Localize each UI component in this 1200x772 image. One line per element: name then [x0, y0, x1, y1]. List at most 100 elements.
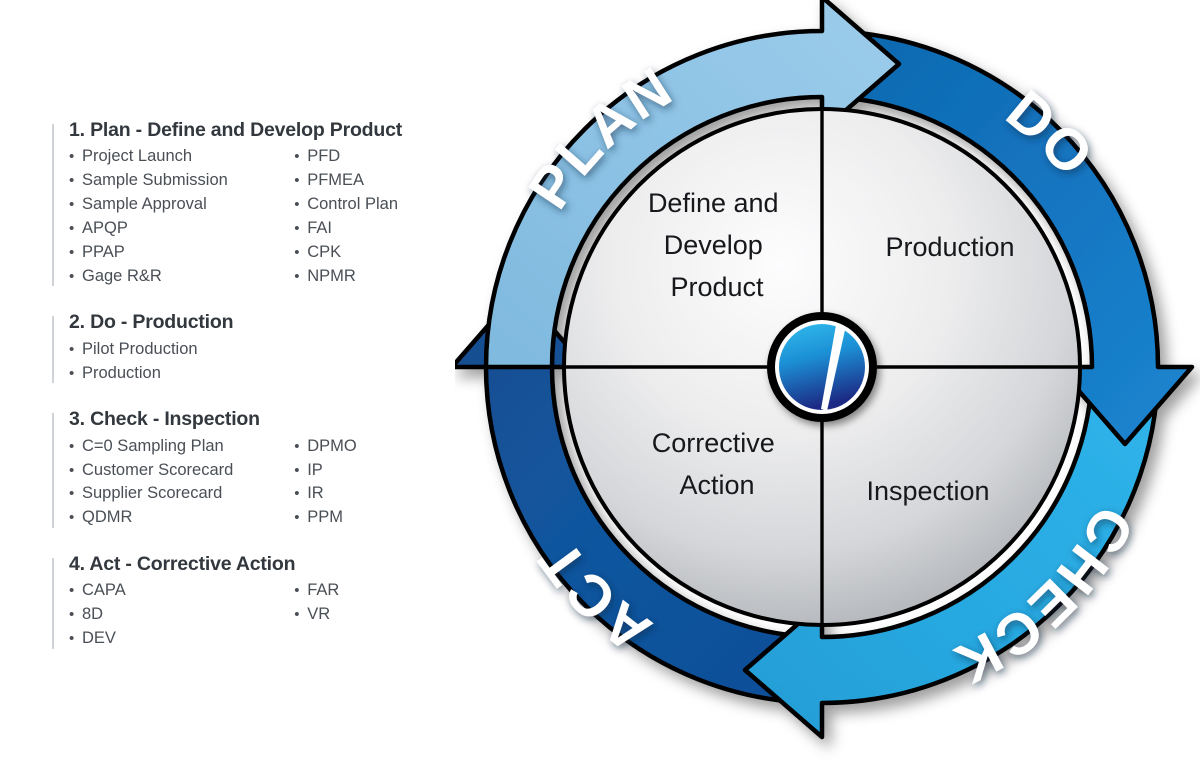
bullet-column: • CAPA • 8D • DEV — [69, 579, 294, 650]
list-item: • CPK — [294, 241, 472, 265]
list-item: • Supplier Scorecard — [69, 482, 294, 506]
section-title: 4. Act - Corrective Action — [69, 553, 296, 576]
bullet-column: • C=0 Sampling Plan • Customer Scorecard • Su… — [69, 435, 294, 530]
checklist-section: 2. Do - Production • Pilot Production • Prod… — [52, 310, 472, 385]
bullet-dot-icon: • — [69, 172, 75, 190]
quad-plan-line-0: Define and — [648, 188, 779, 218]
list-item-label: Sample Approval — [82, 195, 207, 214]
list-item: • IR — [294, 482, 472, 506]
list-item: • PPAP — [69, 241, 294, 265]
bullet-dot-icon: • — [294, 437, 300, 455]
bullet-dot-icon: • — [294, 243, 300, 261]
list-item-label: Customer Scorecard — [82, 460, 234, 479]
bullet-dot-icon: • — [69, 243, 75, 261]
list-item-label: Sample Submission — [82, 171, 228, 190]
bullet-dot-icon: • — [69, 485, 75, 503]
bullet-column: • Pilot Production • Production — [69, 338, 294, 386]
quad-plan-line-2: Product — [670, 272, 764, 302]
section-rule — [52, 316, 54, 384]
list-item: • QDMR — [69, 506, 294, 530]
list-item-label: 8D — [82, 605, 104, 624]
list-item-label: IP — [307, 460, 323, 479]
list-item: • Sample Submission — [69, 169, 294, 193]
bullet-dot-icon: • — [69, 267, 75, 285]
section-columns: • Pilot Production • Production — [69, 338, 472, 386]
pdca-checklist: 1. Plan - Define and Develop Product • Pro… — [52, 118, 472, 673]
list-item: • Sample Approval — [69, 193, 294, 217]
bullet-column: • PFD • PFMEA • Control Plan • FAI • CPK • NPMR — [294, 145, 472, 288]
section-title: 3. Check - Inspection — [69, 408, 260, 431]
list-item-label: Gage R&R — [82, 266, 162, 285]
list-item: • Gage R&R — [69, 265, 294, 289]
checklist-section: 1. Plan - Define and Develop Product • Pro… — [52, 118, 472, 288]
list-item-label: DPMO — [307, 436, 357, 455]
list-item: • IP — [294, 459, 472, 483]
bullet-dot-icon: • — [69, 461, 75, 479]
list-item: • APQP — [69, 217, 294, 241]
bullet-dot-icon: • — [294, 219, 300, 237]
list-item: • PPM — [294, 506, 472, 530]
bullet-dot-icon: • — [294, 509, 300, 527]
list-item-label: APQP — [82, 218, 128, 237]
bullet-dot-icon: • — [69, 148, 75, 166]
bullet-column — [294, 338, 472, 386]
bullet-dot-icon: • — [69, 606, 75, 624]
bullet-dot-icon: • — [69, 509, 75, 527]
list-item: • Customer Scorecard — [69, 459, 294, 483]
list-item-label: FAI — [307, 218, 332, 237]
list-item-label: C=0 Sampling Plan — [82, 436, 224, 455]
bullet-column: • DPMO • IP • IR • PPM — [294, 435, 472, 530]
list-item-label: PPM — [307, 508, 343, 527]
bullet-column: • Project Launch • Sample Submission • Sample… — [69, 145, 294, 288]
list-item: • Control Plan — [294, 193, 472, 217]
quadrant-label-do: Production — [885, 232, 1014, 262]
list-item: • Production — [69, 362, 294, 386]
list-item-label: PPAP — [82, 242, 125, 261]
list-item-label: PFMEA — [307, 171, 365, 190]
list-item-label: Project Launch — [82, 147, 193, 166]
bullet-dot-icon: • — [69, 219, 75, 237]
bullet-column: • FAR • VR — [294, 579, 472, 650]
section-columns: • C=0 Sampling Plan • Customer Scorecard • Su… — [69, 435, 472, 530]
bullet-dot-icon: • — [294, 485, 300, 503]
list-item: • PFD — [294, 145, 472, 169]
bullet-dot-icon: • — [69, 630, 75, 648]
bullet-dot-icon: • — [294, 267, 300, 285]
section-columns: • Project Launch • Sample Submission • Sample… — [69, 145, 472, 288]
bullet-dot-icon: • — [294, 461, 300, 479]
hub-logo[interactable] — [767, 312, 877, 422]
bullet-dot-icon: • — [69, 340, 75, 358]
list-item: • DPMO — [294, 435, 472, 459]
bullet-dot-icon: • — [69, 196, 75, 214]
list-item: • C=0 Sampling Plan — [69, 435, 294, 459]
bullet-dot-icon: • — [294, 172, 300, 190]
list-item-label: DEV — [82, 629, 116, 648]
list-item: • Pilot Production — [69, 338, 294, 362]
section-title: 2. Do - Production — [69, 311, 234, 334]
list-item: • DEV — [69, 627, 294, 651]
section-rule — [52, 413, 54, 529]
quadrant-label-check: Inspection — [866, 476, 989, 506]
list-item: • FAR — [294, 579, 472, 603]
list-item-label: Supplier Scorecard — [82, 484, 223, 503]
list-item: • PFMEA — [294, 169, 472, 193]
list-item-label: VR — [307, 605, 331, 624]
quad-act-line-0: Corrective — [652, 428, 775, 458]
list-item: • VR — [294, 603, 472, 627]
checklist-section: 3. Check - Inspection • C=0 Sampling Plan •… — [52, 407, 472, 530]
list-item-label: CPK — [307, 242, 342, 261]
bullet-dot-icon: • — [294, 582, 300, 600]
list-item: • NPMR — [294, 265, 472, 289]
list-item-label: FAR — [307, 581, 340, 600]
section-columns: • CAPA • 8D • DEV • FAR • VR — [69, 579, 472, 650]
list-item-label: PFD — [307, 147, 341, 166]
list-item-label: CAPA — [82, 581, 126, 600]
bullet-dot-icon: • — [294, 196, 300, 214]
bullet-dot-icon: • — [69, 582, 75, 600]
list-item-label: QDMR — [82, 508, 133, 527]
list-item: • 8D — [69, 603, 294, 627]
section-rule — [52, 558, 54, 649]
section-title: 1. Plan - Define and Develop Product — [69, 119, 403, 141]
list-item-label: Control Plan — [307, 195, 399, 214]
quad-plan-line-1: Develop — [664, 230, 763, 260]
